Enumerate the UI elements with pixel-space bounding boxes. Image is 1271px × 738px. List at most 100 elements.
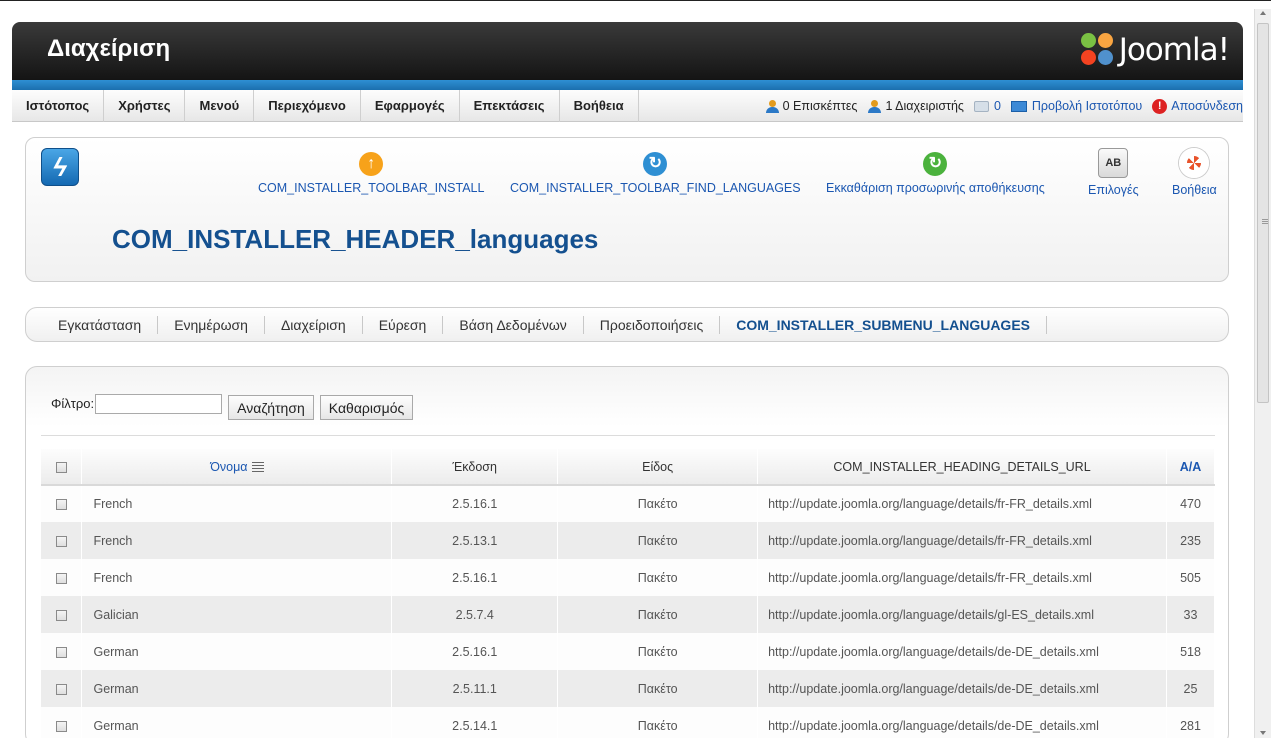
- install-button[interactable]: ↑ COM_INSTALLER_TOOLBAR_INSTALL: [258, 152, 484, 195]
- row-url: http://update.joomla.org/language/detail…: [757, 596, 1167, 633]
- row-select-cell: [41, 670, 83, 707]
- table-row: French 2.5.16.1 Πακέτο http://update.joo…: [41, 559, 1216, 596]
- submenu-database[interactable]: Βάση Δεδομένων: [443, 315, 584, 334]
- install-label: COM_INSTALLER_TOOLBAR_INSTALL: [258, 181, 485, 195]
- row-url: http://update.joomla.org/language/detail…: [757, 485, 1167, 522]
- filter-input[interactable]: [95, 393, 223, 414]
- menu-item-site[interactable]: Ιστότοπος: [12, 90, 105, 122]
- joomla-logo-text: Joomla!: [1118, 32, 1230, 68]
- grip-icon: [1262, 219, 1268, 220]
- search-button[interactable]: Αναζήτηση: [228, 395, 314, 420]
- admin-user-icon: [867, 99, 882, 113]
- row-type: Πακέτο: [557, 596, 759, 633]
- row-name: German: [81, 670, 393, 707]
- divider: [41, 435, 1215, 436]
- header-type[interactable]: Είδος: [557, 449, 759, 486]
- lifebuoy-icon: [1179, 148, 1210, 178]
- submenu-warnings[interactable]: Προειδοποιήσεις: [584, 315, 721, 334]
- toolbar-panel: ϟ ↑ COM_INSTALLER_TOOLBAR_INSTALL ↻ COM_…: [25, 137, 1229, 282]
- row-type: Πακέτο: [557, 670, 759, 707]
- header-id[interactable]: Α/Α: [1166, 449, 1216, 486]
- screen-icon: [1010, 100, 1027, 112]
- submenu-languages[interactable]: COM_INSTALLER_SUBMENU_LANGUAGES: [720, 315, 1047, 334]
- scroll-thumb[interactable]: [1257, 23, 1269, 403]
- row-version: 2.5.7.4: [391, 596, 559, 633]
- menu-item-menus[interactable]: Μενού: [185, 90, 255, 122]
- logout-icon: !: [1152, 98, 1168, 114]
- header-title: Διαχείριση: [47, 35, 171, 62]
- options-button[interactable]: AB Επιλογές: [1088, 148, 1139, 197]
- row-version: 2.5.14.1: [391, 707, 559, 738]
- table-row: French 2.5.13.1 Πακέτο http://update.joo…: [41, 522, 1216, 559]
- joomla-logo[interactable]: Joomla!: [1080, 30, 1230, 70]
- view-site-text: Προβολή Ιστοτόπου: [1031, 99, 1143, 113]
- row-type: Πακέτο: [557, 633, 759, 670]
- row-url: http://update.joomla.org/language/detail…: [757, 670, 1167, 707]
- row-type: Πακέτο: [557, 707, 759, 738]
- upload-arrow-icon: ↑: [359, 152, 384, 176]
- admin-page: Διαχείριση Joomla! Ιστότοπος Χρήστες Μεν…: [0, 0, 1271, 738]
- row-name: German: [81, 633, 393, 670]
- menu-item-content[interactable]: Περιεχόμενο: [254, 90, 361, 122]
- row-checkbox[interactable]: [55, 535, 67, 547]
- row-checkbox[interactable]: [55, 646, 67, 658]
- menu-item-components[interactable]: Εφαρμογές: [361, 90, 460, 122]
- options-label: Επιλογές: [1088, 183, 1139, 197]
- find-languages-button[interactable]: ↻ COM_INSTALLER_TOOLBAR_FIND_LANGUAGES: [510, 152, 801, 195]
- select-all-checkbox[interactable]: [55, 461, 67, 473]
- brand-stripe: [12, 80, 1243, 90]
- clear-button[interactable]: Καθαρισμός: [319, 395, 414, 420]
- sort-icon: [251, 462, 264, 473]
- language-list-panel: Φίλτρο: Αναζήτηση Καθαρισμός Όνομα Έκδοσ…: [25, 366, 1229, 738]
- menu-item-extensions[interactable]: Επεκτάσεις: [460, 90, 560, 122]
- help-button[interactable]: Βοήθεια: [1172, 148, 1217, 197]
- languages-table: Όνομα Έκδοση Είδος COM_INSTALLER_HEADING…: [41, 449, 1216, 738]
- row-checkbox[interactable]: [55, 683, 67, 695]
- submenu-manage[interactable]: Διαχείριση: [265, 315, 363, 334]
- row-checkbox[interactable]: [55, 609, 67, 621]
- table-row: German 2.5.16.1 Πακέτο http://update.joo…: [41, 633, 1216, 670]
- row-url: http://update.joomla.org/language/detail…: [757, 559, 1167, 596]
- row-checkbox[interactable]: [55, 720, 67, 732]
- scroll-down-icon[interactable]: [1260, 731, 1266, 735]
- row-url: http://update.joomla.org/language/detail…: [757, 522, 1167, 559]
- view-site-link[interactable]: Προβολή Ιστοτόπου: [1010, 99, 1143, 113]
- select-all-cell: [41, 449, 83, 486]
- row-version: 2.5.16.1: [391, 633, 559, 670]
- logout-link[interactable]: ! Αποσύνδεση: [1152, 98, 1243, 114]
- menu-item-help[interactable]: Βοήθεια: [560, 90, 639, 122]
- row-checkbox[interactable]: [55, 572, 67, 584]
- scroll-up-icon[interactable]: [1260, 11, 1266, 15]
- row-version: 2.5.16.1: [391, 485, 559, 522]
- row-select-cell: [41, 522, 83, 559]
- submenu-install[interactable]: Εγκατάσταση: [42, 315, 159, 334]
- row-id: 518: [1166, 633, 1216, 670]
- menu-bar: Ιστότοπος Χρήστες Μενού Περιεχόμενο Εφαρ…: [12, 90, 1243, 122]
- submenu: Εγκατάσταση Ενημέρωση Διαχείριση Εύρεση …: [25, 307, 1229, 342]
- find-languages-label: COM_INSTALLER_TOOLBAR_FIND_LANGUAGES: [510, 181, 801, 195]
- submenu-discover[interactable]: Εύρεση: [363, 315, 444, 334]
- row-name: French: [81, 485, 393, 522]
- row-select-cell: [41, 485, 83, 522]
- row-name: Galician: [81, 596, 393, 633]
- logout-text: Αποσύνδεση: [1171, 99, 1243, 113]
- header-url[interactable]: COM_INSTALLER_HEADING_DETAILS_URL: [757, 449, 1167, 486]
- purge-cache-label: Εκκαθάριση προσωρινής αποθήκευσης: [826, 181, 1045, 195]
- row-checkbox[interactable]: [55, 499, 67, 511]
- row-id: 470: [1166, 485, 1216, 522]
- admin-header: Διαχείριση Joomla!: [12, 22, 1243, 80]
- header-name-label: Όνομα: [210, 459, 248, 474]
- purge-cache-button[interactable]: ↻ Εκκαθάριση προσωρινής αποθήκευσης: [826, 152, 1045, 195]
- mail-icon: [973, 100, 989, 112]
- messages-link[interactable]: 0: [973, 99, 1001, 113]
- row-name: German: [81, 707, 393, 738]
- header-name[interactable]: Όνομα: [81, 449, 393, 486]
- vertical-scrollbar[interactable]: [1254, 9, 1271, 738]
- row-name: French: [81, 559, 393, 596]
- extension-manager-icon: ϟ: [41, 148, 79, 186]
- table-header-row: Όνομα Έκδοση Είδος COM_INSTALLER_HEADING…: [41, 449, 1216, 486]
- submenu-update[interactable]: Ενημέρωση: [158, 315, 265, 334]
- row-id: 25: [1166, 670, 1216, 707]
- header-version[interactable]: Έκδοση: [391, 449, 559, 486]
- menu-item-users[interactable]: Χρήστες: [104, 90, 186, 122]
